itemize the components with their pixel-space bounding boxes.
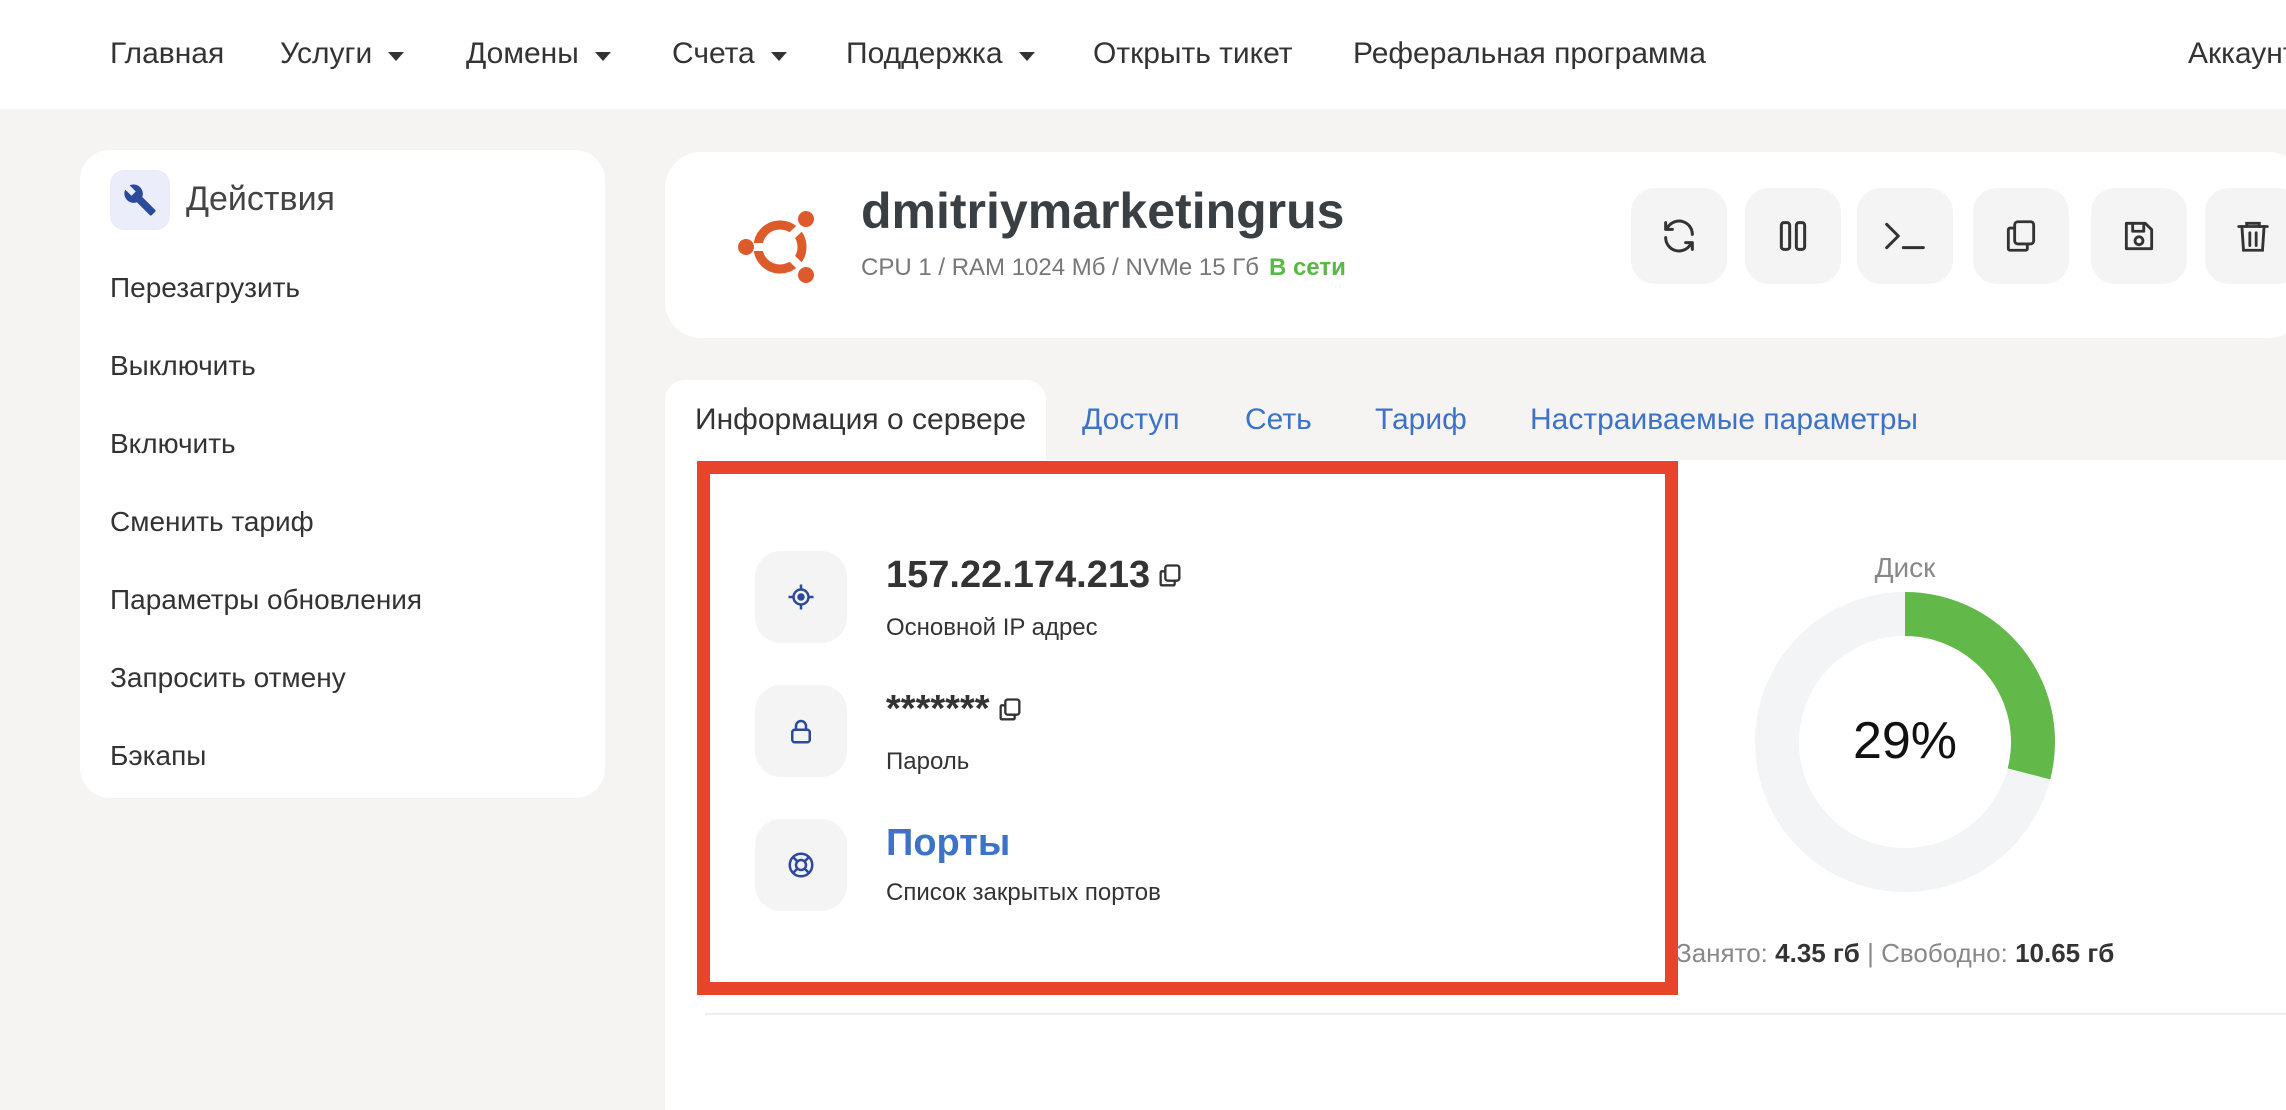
sidebar-item-shutdown[interactable]: Выключить — [110, 350, 256, 382]
nav-open-ticket-label: Открыть тикет — [1093, 37, 1293, 70]
nav-domains-label: Домены — [466, 37, 579, 70]
nav-invoices-label: Счета — [672, 37, 755, 70]
save-button[interactable] — [2091, 188, 2187, 284]
chevron-down-icon — [388, 51, 405, 61]
nav-invoices[interactable]: Счета — [672, 34, 787, 74]
chevron-down-icon — [594, 51, 611, 61]
tab-access[interactable]: Доступ — [1082, 380, 1180, 460]
trash-icon — [2237, 221, 2269, 252]
disk-stats: Занято: 4.35 гб | Свободно: 10.65 гб — [1676, 938, 2114, 969]
chevron-down-icon — [770, 51, 787, 61]
nav-account[interactable]: Аккаунт — [2188, 34, 2286, 74]
sidebar-item-reboot[interactable]: Перезагрузить — [110, 272, 300, 304]
disk-free-value: 10.65 гб — [2015, 938, 2115, 968]
refresh-icon — [1664, 219, 1694, 253]
refresh-button[interactable] — [1631, 188, 1727, 284]
nav-support[interactable]: Поддержка — [846, 34, 1035, 74]
nav-referral[interactable]: Реферальная программа — [1353, 34, 1706, 74]
actions-sidebar: Действия Перезагрузить Выключить Включит… — [80, 150, 605, 798]
disk-title: Диск — [1874, 552, 1936, 583]
server-specs-line: CPU 1 / RAM 1024 Мб / NVMe 15 Гб В сети — [861, 254, 1346, 282]
chevron-down-icon — [1018, 51, 1035, 61]
disk-free-label: Свободно: — [1881, 938, 2008, 968]
sidebar-item-update-params[interactable]: Параметры обновления — [110, 584, 422, 616]
nav-open-ticket[interactable]: Открыть тикет — [1093, 34, 1293, 74]
server-status-badge: В сети — [1268, 254, 1346, 281]
nav-domains[interactable]: Домены — [466, 34, 611, 74]
terminal-icon — [1885, 222, 1925, 250]
save-icon — [2124, 221, 2154, 251]
top-navbar: Главная Услуги Домены Счета Поддержка От… — [0, 0, 2286, 109]
delete-button[interactable] — [2205, 188, 2286, 284]
nav-home-label: Главная — [110, 37, 225, 70]
tab-tariff[interactable]: Тариф — [1375, 380, 1467, 460]
wrench-icon — [110, 170, 170, 230]
clone-button[interactable] — [1973, 188, 2069, 284]
content-divider — [705, 1013, 2286, 1015]
disk-used-value: 4.35 гб — [1775, 938, 1860, 968]
tab-custom-params[interactable]: Настраиваемые параметры — [1530, 380, 1918, 460]
disk-separator: | — [1867, 938, 1874, 968]
disk-usage-donut: 29% — [1755, 592, 2055, 892]
sidebar-item-power-on[interactable]: Включить — [110, 428, 236, 460]
sidebar-title: Действия — [186, 180, 335, 218]
sidebar-item-request-cancel[interactable]: Запросить отмену — [110, 662, 346, 694]
nav-account-label: Аккаунт — [2188, 37, 2286, 70]
nav-support-label: Поддержка — [846, 37, 1003, 70]
terminal-button[interactable] — [1857, 188, 1953, 284]
nav-home[interactable]: Главная — [110, 34, 224, 74]
ubuntu-logo-icon — [725, 192, 835, 302]
copy-icon — [2006, 220, 2036, 252]
tab-network[interactable]: Сеть — [1245, 380, 1312, 460]
pause-icon — [1779, 221, 1807, 251]
server-specs: CPU 1 / RAM 1024 Мб / NVMe 15 Гб — [861, 254, 1259, 281]
sidebar-item-change-plan[interactable]: Сменить тариф — [110, 506, 314, 538]
nav-services[interactable]: Услуги — [280, 34, 405, 74]
sidebar-item-backups[interactable]: Бэкапы — [110, 740, 206, 772]
disk-percent: 29% — [1853, 712, 1957, 770]
pause-button[interactable] — [1745, 188, 1841, 284]
tab-server-info[interactable]: Информация о сервере — [665, 380, 1046, 460]
server-name: dmitriymarketingrus — [861, 183, 1345, 239]
nav-services-label: Услуги — [280, 37, 373, 70]
nav-referral-label: Реферальная программа — [1353, 37, 1706, 70]
highlight-box — [697, 461, 1678, 995]
server-header-card: dmitriymarketingrus CPU 1 / RAM 1024 Мб … — [665, 152, 2286, 338]
disk-used-label: Занято: — [1676, 938, 1768, 968]
